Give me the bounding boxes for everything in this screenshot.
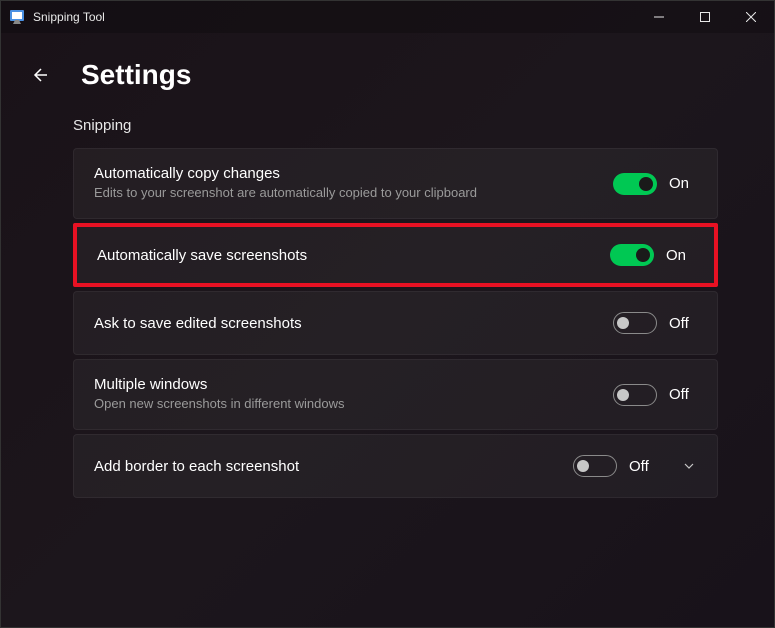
- setting-add-border[interactable]: Add border to each screenshot Off: [73, 434, 718, 498]
- toggle-auto-save[interactable]: [610, 244, 654, 266]
- toggle-add-border[interactable]: [573, 455, 617, 477]
- section-title: Snipping: [73, 117, 718, 134]
- maximize-button[interactable]: [682, 1, 728, 33]
- close-button[interactable]: [728, 1, 774, 33]
- setting-text: Add border to each screenshot: [94, 458, 573, 475]
- setting-desc: Open new screenshots in different window…: [94, 395, 593, 413]
- setting-title: Add border to each screenshot: [94, 458, 553, 475]
- setting-ask-save[interactable]: Ask to save edited screenshots Off: [73, 291, 718, 355]
- setting-controls: Off: [613, 384, 697, 406]
- setting-auto-copy[interactable]: Automatically copy changes Edits to your…: [73, 148, 718, 219]
- window-controls: [636, 1, 774, 33]
- toggle-knob: [639, 177, 653, 191]
- toggle-knob: [617, 389, 629, 401]
- settings-content: Snipping Automatically copy changes Edit…: [1, 117, 774, 498]
- setting-controls: On: [610, 244, 694, 266]
- setting-controls: Off: [613, 312, 697, 334]
- setting-multiple-windows[interactable]: Multiple windows Open new screenshots in…: [73, 359, 718, 430]
- settings-header: Settings: [1, 33, 774, 117]
- toggle-state-label: On: [666, 247, 694, 264]
- window-title: Snipping Tool: [33, 10, 636, 24]
- toggle-state-label: Off: [669, 315, 697, 332]
- page-title: Settings: [81, 59, 191, 91]
- setting-controls: On: [613, 173, 697, 195]
- toggle-knob: [617, 317, 629, 329]
- minimize-button[interactable]: [636, 1, 682, 33]
- toggle-knob: [636, 248, 650, 262]
- chevron-down-icon[interactable]: [681, 458, 697, 474]
- toggle-state-label: Off: [629, 458, 657, 475]
- app-icon: [9, 9, 25, 25]
- setting-title: Multiple windows: [94, 376, 593, 393]
- back-button[interactable]: [21, 57, 57, 93]
- setting-auto-save[interactable]: Automatically save screenshots On: [73, 223, 718, 287]
- toggle-ask-save[interactable]: [613, 312, 657, 334]
- setting-text: Ask to save edited screenshots: [94, 315, 613, 332]
- toggle-auto-copy[interactable]: [613, 173, 657, 195]
- titlebar: Snipping Tool: [1, 1, 774, 33]
- toggle-knob: [577, 460, 589, 472]
- setting-title: Ask to save edited screenshots: [94, 315, 593, 332]
- toggle-state-label: Off: [669, 386, 697, 403]
- toggle-multiple-windows[interactable]: [613, 384, 657, 406]
- setting-controls: Off: [573, 455, 697, 477]
- setting-title: Automatically save screenshots: [97, 247, 590, 264]
- setting-text: Automatically copy changes Edits to your…: [94, 165, 613, 202]
- setting-text: Automatically save screenshots: [97, 247, 610, 264]
- setting-title: Automatically copy changes: [94, 165, 593, 182]
- toggle-state-label: On: [669, 175, 697, 192]
- setting-text: Multiple windows Open new screenshots in…: [94, 376, 613, 413]
- setting-desc: Edits to your screenshot are automatical…: [94, 184, 593, 202]
